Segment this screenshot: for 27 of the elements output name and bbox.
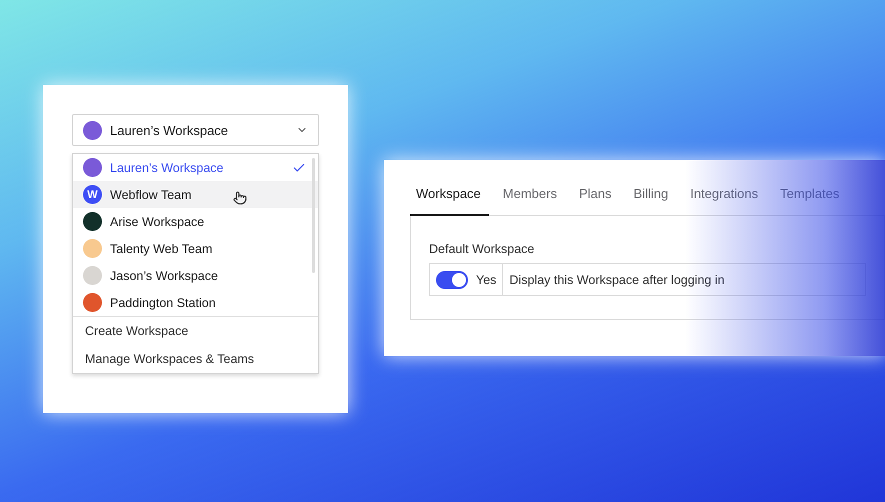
setting-description: Display this Workspace after logging in — [508, 272, 726, 289]
workspace-item[interactable]: Jason’s Workspace — [73, 262, 318, 289]
toggle-label: Yes — [476, 272, 496, 286]
menu-action[interactable]: Create Workspace — [73, 317, 318, 345]
field-label: Default Workspace — [429, 242, 536, 256]
workspace-name: Arise Workspace — [110, 214, 204, 228]
workspace-item[interactable]: W Webflow Team — [73, 181, 318, 208]
workspace-name: Lauren’s Workspace — [110, 160, 224, 174]
menu-action[interactable]: Manage Workspaces & Teams — [73, 345, 318, 373]
workspace-item[interactable]: Paddington Station — [73, 289, 318, 316]
workspace-item[interactable]: Lauren’s Workspace — [73, 154, 318, 181]
workspace-name: Webflow Team — [110, 188, 192, 202]
settings-tab[interactable]: Billing — [628, 178, 676, 216]
hand-cursor-icon — [233, 191, 247, 205]
workspace-item[interactable]: Arise Workspace — [73, 208, 318, 235]
avatar-icon: W — [83, 185, 102, 204]
settings-tab[interactable]: Workspace — [410, 178, 489, 216]
settings-tab[interactable]: Integrations — [684, 178, 766, 216]
toggle-switch[interactable] — [436, 270, 468, 288]
workspace-select[interactable]: Lauren’s Workspace — [72, 114, 319, 146]
avatar-icon — [83, 120, 102, 140]
workspace-name: Jason’s Workspace — [110, 268, 218, 282]
workspace-name: Talenty Web Team — [110, 242, 212, 256]
settings-tab[interactable]: Members — [496, 178, 565, 216]
settings-tab[interactable]: Plans — [572, 178, 620, 216]
workspace-item[interactable]: Talenty Web Team — [73, 235, 318, 262]
workspace-name: Paddington Station — [110, 296, 216, 310]
